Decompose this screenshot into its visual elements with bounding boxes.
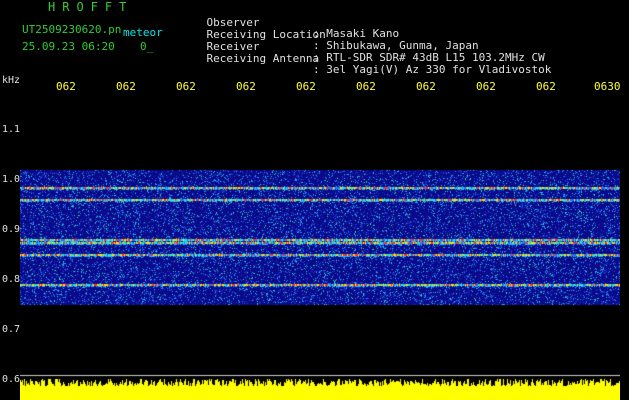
meta-value: : Shibukawa, Gunma, Japan [313,39,479,52]
spectrogram-plot [20,96,620,400]
capture-datetime: 25.09.23 06:20 [22,40,115,53]
x-tick-label: 062 [116,80,136,93]
x-tick-label: 062 [176,80,196,93]
y-tick-label: 1.1 [2,124,21,135]
brand-title: HROFFT [48,0,134,14]
y-tick-label: 0.6 [2,374,21,385]
x-tick-label: 0630 [594,80,621,93]
status-flag: 0_ [140,40,154,53]
x-tick-label: 062 [236,80,256,93]
y-tick-label: 0.8 [2,274,21,285]
frequency-unit-label: kHz [2,75,21,86]
x-tick-label: 062 [416,80,436,93]
y-tick-label: 0.7 [2,324,21,335]
y-tick-label: 1.0 [2,174,21,185]
x-tick-label: 062 [356,80,376,93]
x-tick-label: 062 [536,80,556,93]
meta-value: : 3el Yagi(V) Az 330 for Vladivostok [313,63,552,76]
hrofft-window: HROFFT UT2509230620.pn meteor 25.09.23 0… [0,0,629,400]
spectrogram-canvas [20,96,620,400]
meta-label: Receiving Antenna [206,52,320,65]
meta-value: : Masaki Kano [313,27,400,40]
x-tick-label: 062 [476,80,496,93]
x-tick-label: 062 [56,80,76,93]
meteor-label: meteor [123,26,163,39]
y-tick-label: 0.9 [2,224,21,235]
file-name: UT2509230620.pn [22,23,122,36]
meta-value: : RTL-SDR SDR# 43dB L15 103.2MHz CW [313,51,545,64]
x-tick-label: 062 [296,80,316,93]
